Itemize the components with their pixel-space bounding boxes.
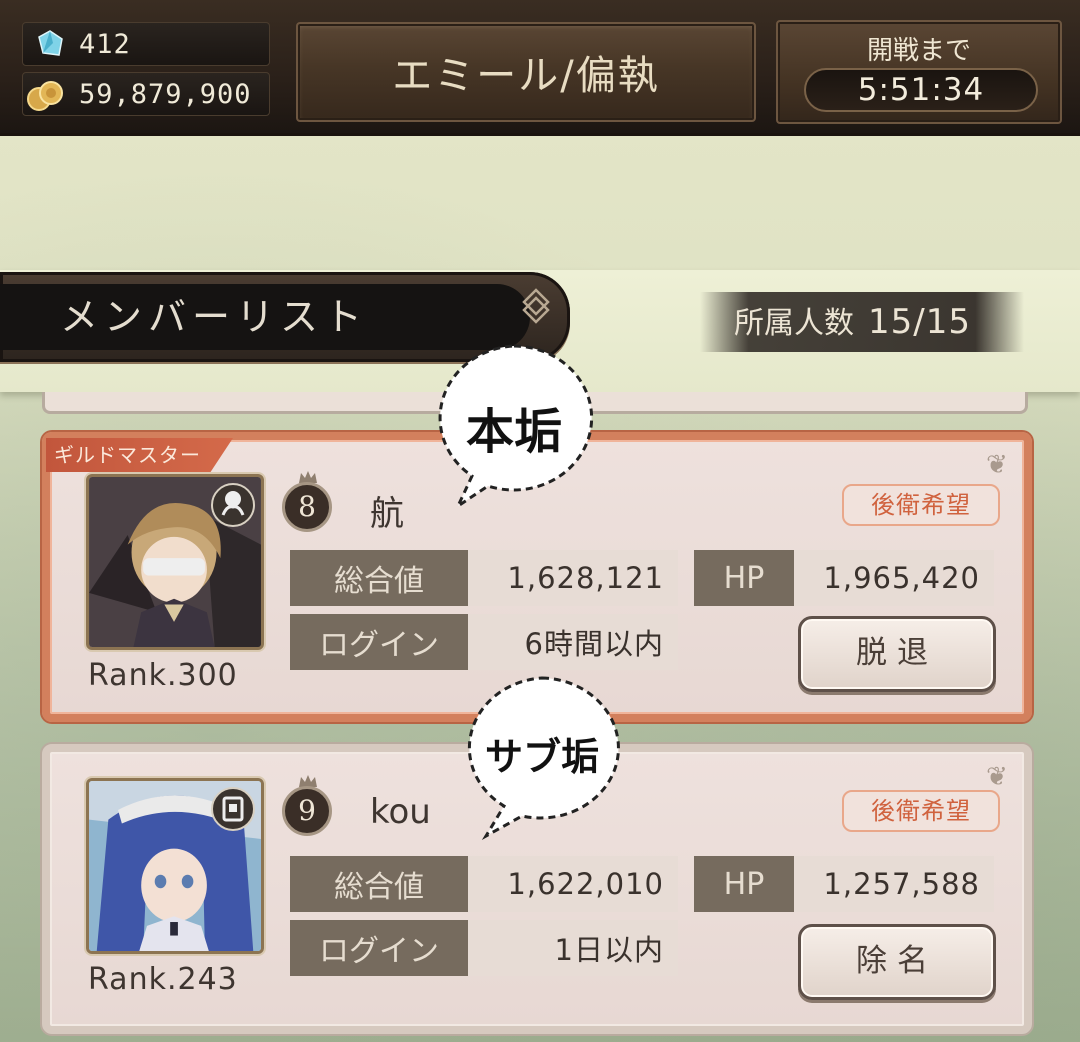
main-account-annotation: 本垢 <box>428 340 600 512</box>
gold-counter[interactable]: 59,879,900 <box>22 72 270 116</box>
guild-title-plate[interactable]: エミール/偏執 <box>296 22 756 122</box>
job-level-badge: 9 <box>282 774 334 836</box>
member-rank: Rank.243 <box>88 962 238 997</box>
job-level-badge: 8 <box>282 470 334 532</box>
member-avatar[interactable] <box>86 778 264 954</box>
corner-ornament-icon: ❦ <box>986 762 1008 792</box>
hp-value: 1,965,420 <box>794 550 994 606</box>
total-power-value: 1,628,121 <box>468 550 678 606</box>
job-level: 9 <box>282 786 332 836</box>
login-label: ログイン <box>290 614 468 670</box>
job-level: 8 <box>282 482 332 532</box>
guild-master-ribbon: ギルドマスター <box>46 438 233 472</box>
leave-guild-button[interactable]: 脱退 <box>798 616 996 692</box>
total-power-label: 総合値 <box>290 550 468 606</box>
gem-icon <box>38 30 63 56</box>
hp-stat: HP 1,965,420 <box>694 550 994 606</box>
member-avatar[interactable] <box>86 474 264 650</box>
gold-coins-icon <box>27 81 63 111</box>
sub-account-annotation: サブ垢 <box>456 672 628 840</box>
guild-title: エミール/偏執 <box>392 53 660 99</box>
gold-count: 59,879,900 <box>79 78 252 110</box>
hp-label: HP <box>694 856 794 912</box>
total-power-value: 1,622,010 <box>468 856 678 912</box>
hp-value: 1,257,588 <box>794 856 994 912</box>
hp-label: HP <box>694 550 794 606</box>
book-icon <box>211 787 255 831</box>
total-power-label: 総合値 <box>290 856 468 912</box>
sort-toggle-icon[interactable] <box>516 286 556 326</box>
member-name: kou <box>370 792 431 832</box>
login-stat: ログイン 1日以内 <box>290 920 678 976</box>
member-count: 所属人数 15/15 <box>700 292 1024 352</box>
sub-account-label: サブ垢 <box>484 735 599 779</box>
battle-timer: 開戦まで 5:51:34 <box>776 20 1062 124</box>
corner-ornament-icon: ❦ <box>986 450 1008 480</box>
member-rank: Rank.300 <box>88 658 238 693</box>
member-name: 航 <box>370 494 404 534</box>
position-preference-badge: 後衛希望 <box>842 484 1000 526</box>
gem-counter[interactable]: 412 <box>22 22 270 66</box>
main-account-label: 本垢 <box>465 404 562 460</box>
login-stat: ログイン 6時間以内 <box>290 614 678 670</box>
member-count-value: 15/15 <box>868 302 971 342</box>
total-power-stat: 総合値 1,622,010 <box>290 856 678 912</box>
login-value: 1日以内 <box>468 920 678 976</box>
timer-label: 開戦まで <box>866 36 971 66</box>
member-count-label: 所属人数 <box>734 306 854 341</box>
tentacle-icon <box>211 483 255 527</box>
position-preference-badge: 後衛希望 <box>842 790 1000 832</box>
gem-count: 412 <box>79 28 131 60</box>
total-power-stat: 総合値 1,628,121 <box>290 550 678 606</box>
login-label: ログイン <box>290 920 468 976</box>
timer-value: 5:51:34 <box>804 68 1038 112</box>
kick-member-button[interactable]: 除名 <box>798 924 996 1000</box>
member-list-title: メンバーリスト <box>60 295 369 339</box>
login-value: 6時間以内 <box>468 614 678 670</box>
hp-stat: HP 1,257,588 <box>694 856 994 912</box>
top-bar: 412 59,879,900 エミール/偏執 開戦まで 5:51:34 <box>0 0 1080 136</box>
